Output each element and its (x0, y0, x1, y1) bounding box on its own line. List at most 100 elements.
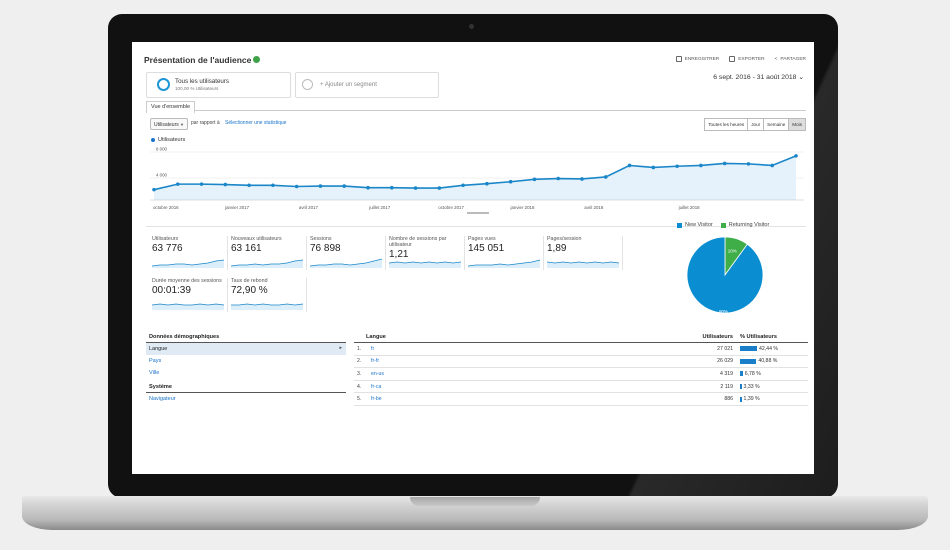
metric-tile[interactable]: Utilisateurs 63 776 (152, 236, 228, 270)
chart-resize-handle[interactable] (467, 212, 489, 214)
date-range-picker[interactable]: 6 sept. 2016 - 31 août 2018 ⌄ (713, 73, 804, 81)
users-cell: 26 029 (717, 358, 733, 365)
save-button[interactable]: ENREGISTRER (675, 56, 719, 62)
metric-label: Nouveaux utilisateurs (231, 236, 282, 242)
export-button[interactable]: EXPORTER (729, 56, 765, 62)
metric-sparkline (152, 303, 225, 310)
chart-point[interactable] (794, 154, 798, 158)
language-link[interactable]: fr (371, 346, 374, 352)
tab-divider (146, 110, 806, 111)
metric-tile[interactable]: Taux de rebond 72,90 % (231, 278, 307, 312)
chart-point[interactable] (461, 183, 465, 188)
granularity-month-button[interactable]: Mois (788, 118, 806, 131)
chart-point[interactable] (152, 187, 156, 192)
chart-point[interactable] (485, 181, 489, 186)
segment-all-users[interactable]: Tous les utilisateurs 100,00 % Utilisate… (146, 72, 291, 98)
chart-point[interactable] (508, 179, 513, 184)
demographics-item-language[interactable]: Langue (146, 343, 346, 355)
chart-point[interactable] (271, 183, 275, 188)
page-title: Présentation de l'audience (144, 55, 261, 65)
chart-point[interactable] (294, 184, 299, 189)
chart-point[interactable] (746, 162, 751, 166)
legend-swatch (720, 222, 726, 228)
analytics-screen: Présentation de l'audience ENREGISTRER E… (132, 42, 814, 474)
metric-sparkline (389, 261, 462, 268)
chart-point[interactable] (722, 161, 727, 166)
chart-point[interactable] (199, 182, 204, 186)
metric-tile[interactable]: Pages/session 1,89 (547, 236, 623, 270)
share-button[interactable]: < PARTAGER (775, 56, 806, 62)
y-tick-label: 8 000 (156, 147, 168, 152)
chart-point[interactable] (175, 182, 180, 186)
chart-point[interactable] (627, 163, 632, 168)
percent-bar (740, 384, 742, 390)
chart-point[interactable] (318, 184, 323, 188)
percent-bar (740, 396, 742, 402)
language-link[interactable]: fr-ca (371, 384, 381, 390)
metric-tile[interactable]: Pages vues 145 051 (468, 236, 544, 270)
language-link[interactable]: fr-fr (371, 358, 379, 364)
metric-tile[interactable]: Durée moyenne des sessions 00:01:39 (152, 278, 228, 312)
chart-point[interactable] (413, 186, 418, 190)
percent-value: 1,39 % (743, 396, 760, 403)
demographics-item-city[interactable]: Ville (146, 367, 346, 379)
row-index: 2. (357, 358, 362, 365)
chart-point[interactable] (437, 186, 442, 190)
segment-circle-icon (157, 78, 170, 91)
chart-point[interactable] (223, 182, 228, 187)
metric-value: 72,90 % (231, 285, 268, 296)
chart-point[interactable] (770, 163, 775, 168)
column-header-language[interactable]: Langue (354, 334, 654, 340)
metric-sparkline (310, 258, 383, 268)
x-tick-label: avril 2017 (299, 205, 319, 210)
metric-sparkline (231, 303, 304, 310)
metric-tile[interactable]: Sessions 76 898 (310, 236, 386, 270)
tab-overview[interactable]: Vue d'ensemble (146, 101, 196, 114)
language-link[interactable]: fr-be (371, 396, 382, 402)
granularity-week-button[interactable]: Semaine (763, 118, 790, 131)
percent-value: 42,44 % (758, 345, 779, 352)
chart-point[interactable] (247, 183, 251, 188)
metric-tile[interactable]: Nouveaux utilisateurs 63 161 (231, 236, 307, 270)
demographics-item-country[interactable]: Pays (146, 355, 346, 367)
chart-point[interactable] (651, 165, 656, 170)
row-index: 1. (357, 345, 362, 352)
chart-point[interactable] (366, 185, 370, 190)
webcam (469, 24, 474, 29)
metric-value: 76 898 (310, 243, 341, 254)
language-table-header: Langue Utilisateurs % Utilisateurs (354, 332, 808, 343)
x-tick-label: juillet 2018 (678, 205, 701, 210)
metric-dropdown-value: Utilisateurs (154, 122, 179, 128)
select-metric-link[interactable]: Sélectionner une statistique (225, 120, 286, 126)
language-link[interactable]: en-us (371, 371, 384, 377)
chart-point[interactable] (580, 177, 584, 181)
system-item-browser[interactable]: Navigateur (146, 393, 346, 405)
granularity-buttons: Toutes les heures Jour Semaine Mois (704, 118, 806, 131)
metric-dropdown[interactable]: Utilisateurs ▼ (150, 118, 188, 130)
add-segment-button[interactable]: + Ajouter un segment (295, 72, 439, 98)
percent-cell: 6,78 % (737, 371, 808, 377)
chart-point[interactable] (699, 163, 703, 168)
chart-point[interactable] (389, 185, 394, 190)
column-header-users[interactable]: Utilisateurs (654, 334, 737, 340)
chart-point[interactable] (532, 177, 537, 182)
column-header-percent[interactable]: % Utilisateurs (737, 334, 808, 340)
share-icon: < (774, 56, 778, 62)
chart-point[interactable] (342, 184, 347, 188)
pie-slice-new-visitor[interactable] (686, 236, 764, 314)
add-segment-circle-icon (302, 79, 313, 90)
chart-point[interactable] (556, 176, 561, 181)
metric-label: Sessions (310, 236, 332, 242)
granularity-hourly-button[interactable]: Toutes les heures (704, 118, 749, 131)
granularity-day-button[interactable]: Jour (747, 118, 765, 131)
chart-point[interactable] (603, 175, 608, 179)
add-segment-label: + Ajouter un segment (320, 82, 377, 88)
x-tick-label: octobre 2016 (153, 205, 179, 210)
chart-point[interactable] (675, 164, 679, 169)
metric-value: 1,89 (547, 243, 567, 254)
table-row: 3. en-us 4 319 6,78 % (354, 368, 808, 381)
pie-legend: New Visitor Returning Visitor (677, 222, 769, 228)
x-tick-label: octobre 2017 (438, 205, 464, 210)
users-cell: 4 319 (720, 370, 733, 377)
metric-tile[interactable]: Nombre de sessions par utilisateur 1,21 (389, 236, 465, 270)
